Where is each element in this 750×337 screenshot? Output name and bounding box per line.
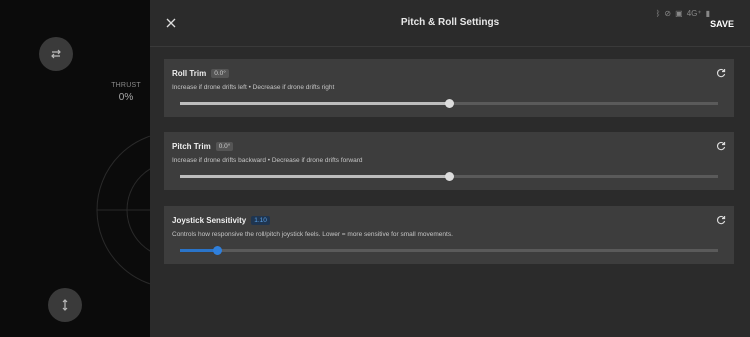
- joystick-rings: [96, 135, 150, 285]
- reset-icon[interactable]: [716, 68, 726, 78]
- altitude-control-button[interactable]: [48, 288, 82, 322]
- value-badge: 1.10: [251, 216, 270, 225]
- card-description: Increase if drone drifts left • Decrease…: [172, 84, 335, 91]
- pitch-roll-settings-panel: ᛒ ⊘ ▣ 4G⁺ ▮ Pitch & Roll Settings SAVE R…: [150, 0, 750, 337]
- pitch-trim-slider[interactable]: [180, 172, 718, 181]
- swap-arrows-icon: [51, 49, 61, 59]
- save-button[interactable]: SAVE: [710, 19, 734, 29]
- joystick-sensitivity-slider[interactable]: [180, 246, 718, 255]
- value-badge: 0.0°: [215, 142, 234, 151]
- card-description: Increase if drone drifts backward • Decr…: [172, 157, 363, 164]
- up-down-arrow-icon: [62, 299, 68, 311]
- slider-thumb[interactable]: [444, 99, 454, 108]
- card-title: Joystick Sensitivity: [172, 216, 247, 225]
- thrust-value: 0%: [118, 92, 134, 103]
- roll-trim-slider[interactable]: [180, 99, 718, 108]
- swap-controls-button[interactable]: [39, 37, 73, 71]
- pitch-trim-card: Pitch Trim 0.0° Increase if drone drifts…: [164, 132, 734, 190]
- reset-icon[interactable]: [716, 215, 726, 225]
- value-badge: 0.0°: [211, 69, 229, 78]
- joystick-sensitivity-card: Joystick Sensitivity 1.10 Controls how r…: [164, 206, 734, 264]
- card-description: Controls how responsive the roll/pitch j…: [172, 231, 453, 238]
- slider-fill: [180, 102, 449, 105]
- slider-thumb[interactable]: [213, 246, 223, 255]
- panel-header: ᛒ ⊘ ▣ 4G⁺ ▮ Pitch & Roll Settings SAVE: [150, 0, 750, 47]
- slider-fill: [180, 249, 218, 252]
- slider-thumb[interactable]: [444, 172, 454, 181]
- roll-trim-card: Roll Trim 0.0° Increase if drone drifts …: [164, 59, 734, 117]
- card-title: Roll Trim: [172, 69, 207, 78]
- thrust-label: THRUST: [111, 82, 141, 89]
- page-title: Pitch & Roll Settings: [400, 17, 500, 28]
- reset-icon[interactable]: [716, 141, 726, 151]
- card-title: Pitch Trim: [172, 142, 211, 151]
- slider-fill: [180, 175, 449, 178]
